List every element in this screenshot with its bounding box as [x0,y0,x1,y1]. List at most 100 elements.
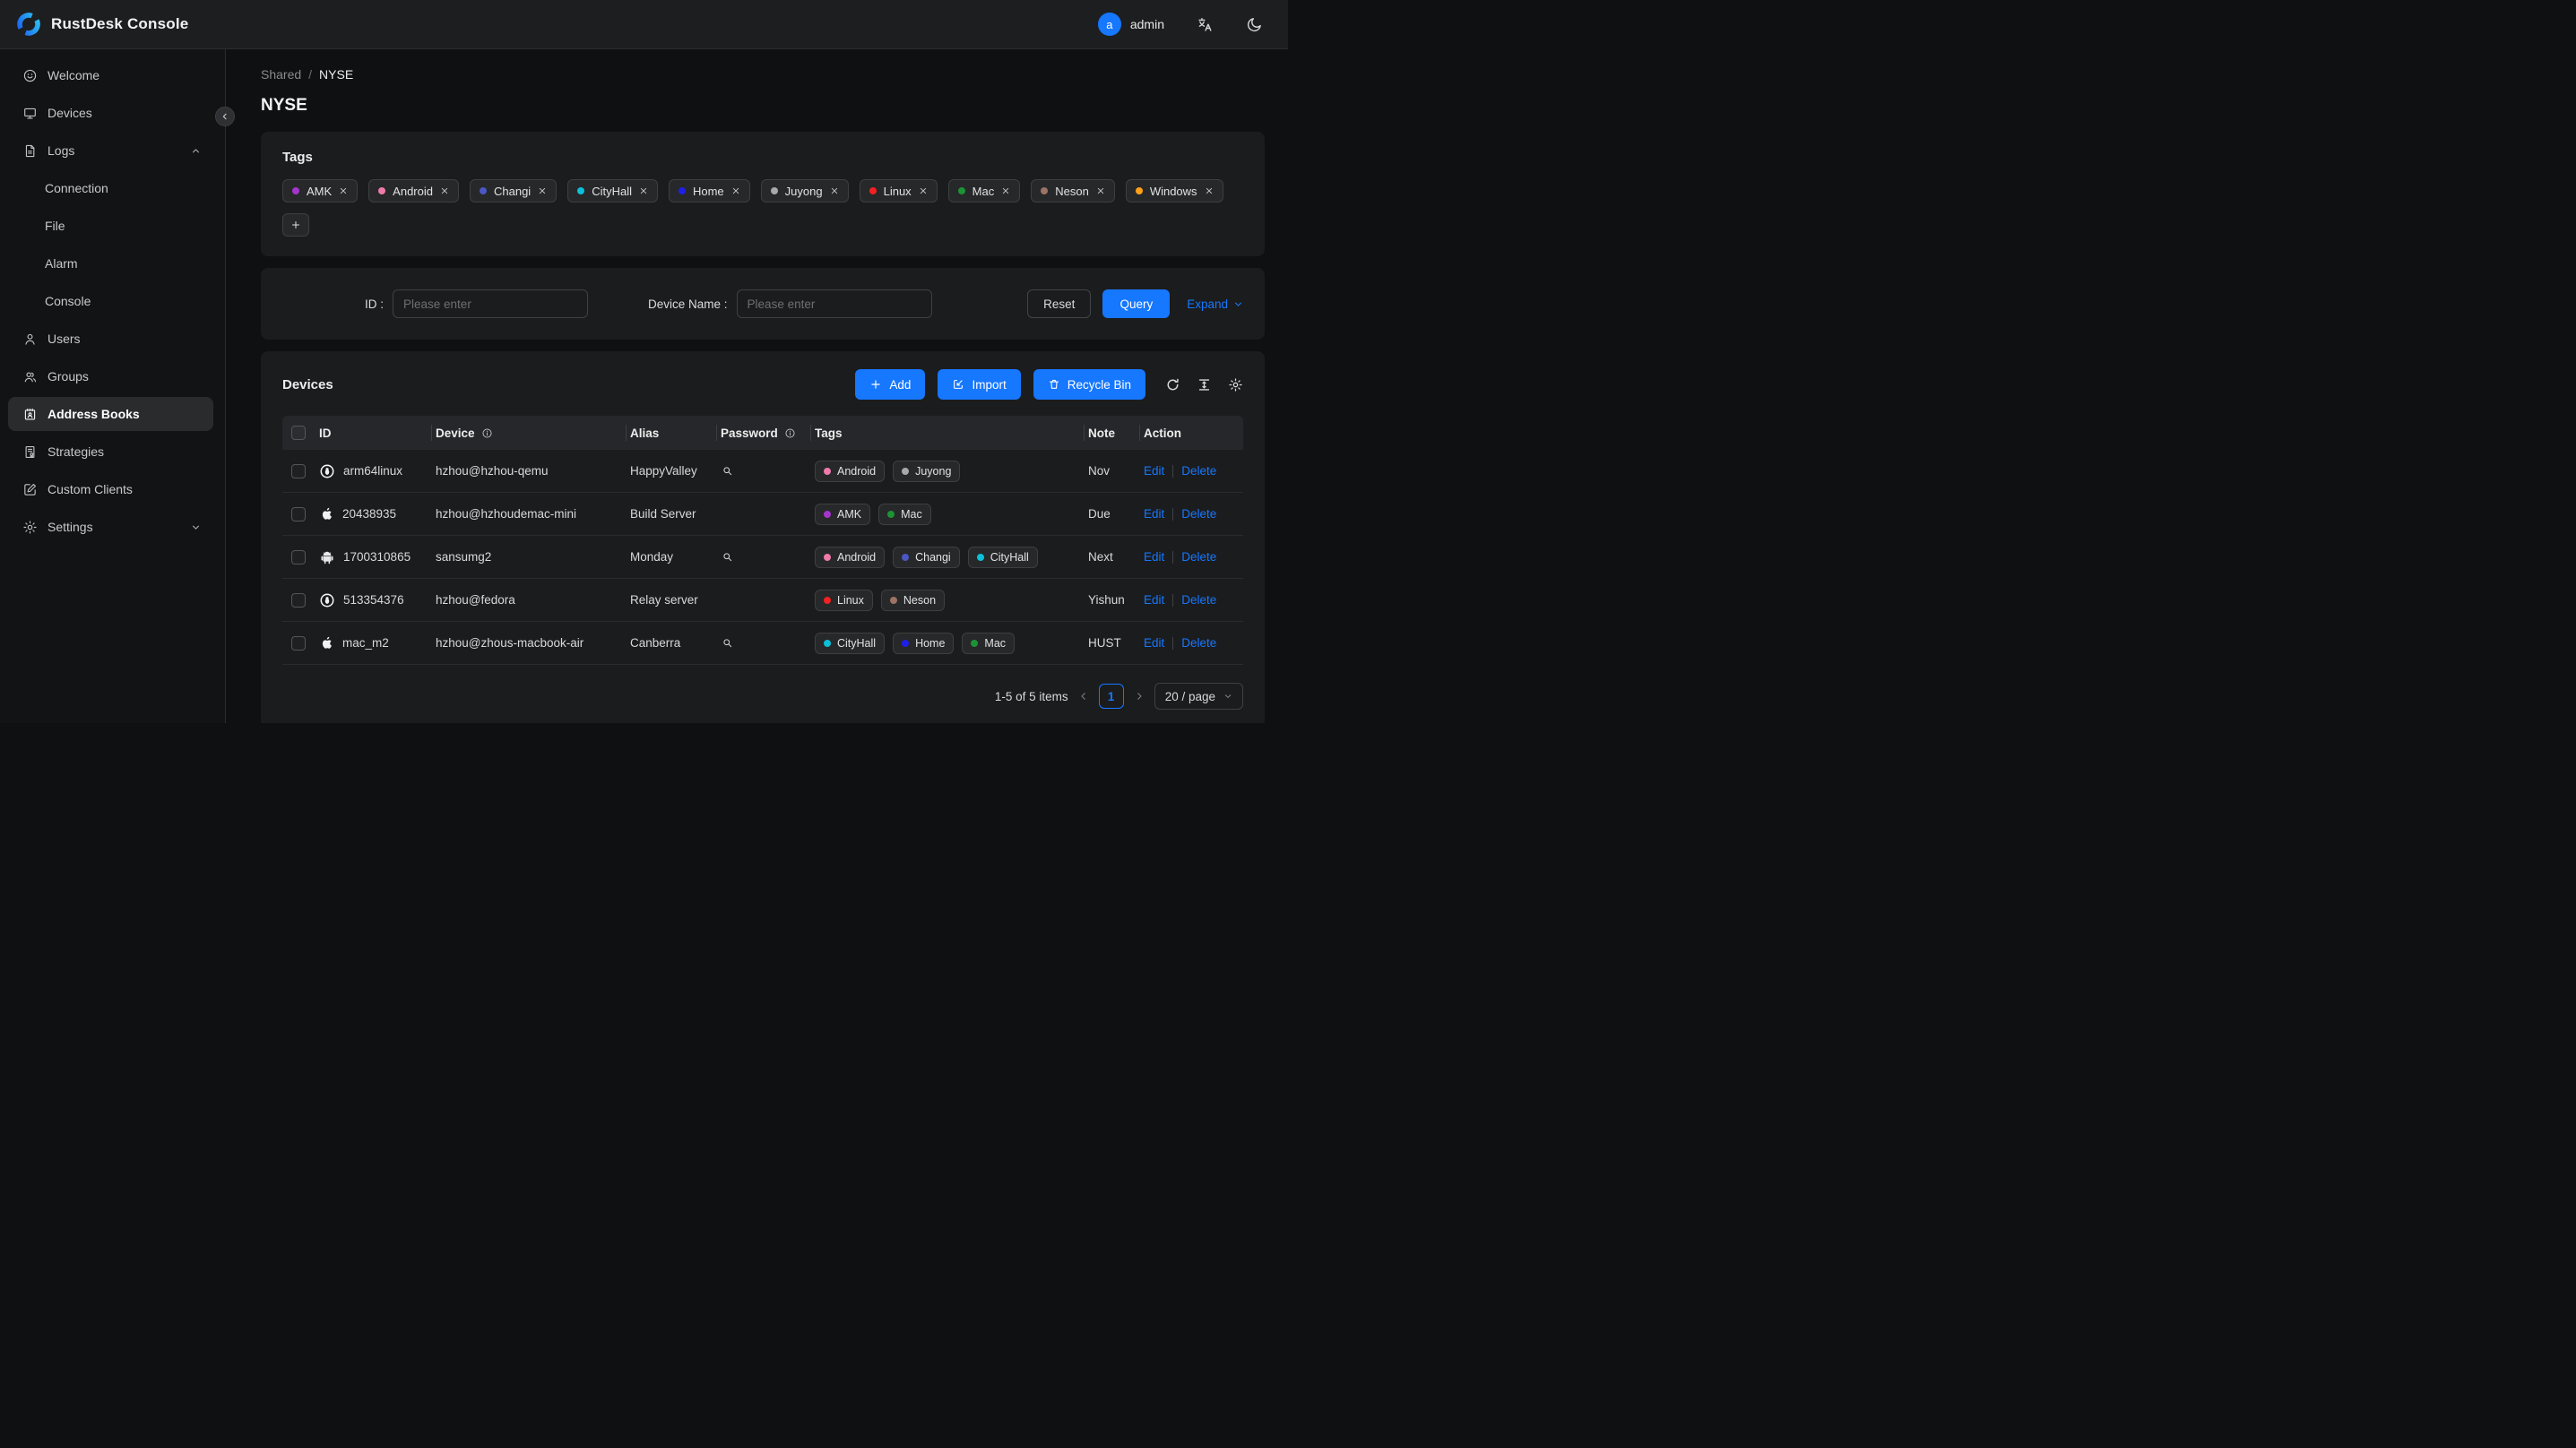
android-icon [319,549,335,565]
tag-chip-amk[interactable]: AMK [282,179,359,203]
import-button[interactable]: Import [938,369,1021,400]
expand-link[interactable]: Expand [1187,297,1243,311]
tag-color-dot [824,510,831,518]
delete-link[interactable]: Delete [1181,593,1216,607]
tag-chip-android: Android [815,546,886,568]
sidebar-item-label: Custom Clients [48,482,133,496]
id-filter-input[interactable] [393,289,589,318]
id-cell: arm64linux [315,463,431,479]
sidebar-item-address-books[interactable]: Address Books [8,397,213,431]
tag-chip-home[interactable]: Home [668,179,750,203]
chevron-down-icon[interactable] [191,522,201,532]
sidebar-item-welcome[interactable]: Welcome [8,58,213,92]
main-content: Shared / NYSE NYSE Tags AMK Android Changi… [226,49,1288,723]
action-cell: Edit Delete [1139,507,1243,521]
tag-color-dot [378,187,386,194]
tag-chip-label: CityHall [990,550,1029,564]
row-checkbox[interactable] [291,592,306,608]
tag-chip-cityhall: CityHall [967,546,1038,568]
theme-toggle-moon-icon[interactable] [1246,16,1263,33]
remove-tag-icon[interactable] [1001,186,1010,195]
info-icon[interactable] [481,427,493,439]
breadcrumb-parent[interactable]: Shared [261,67,301,82]
tag-chip-label: Linux [883,184,912,198]
table-settings-gear-icon[interactable] [1228,377,1243,392]
refresh-icon[interactable] [1165,377,1180,392]
delete-link[interactable]: Delete [1181,464,1216,478]
delete-link[interactable]: Delete [1181,507,1216,521]
prev-page-icon[interactable] [1078,691,1089,702]
current-page-button[interactable]: 1 [1098,684,1124,709]
table-header-row: ID Device Alias Password Tags Note Action [282,416,1243,450]
linux-icon [319,592,335,608]
sidebar-item-custom-clients[interactable]: Custom Clients [8,472,213,506]
sidebar-item-groups[interactable]: Groups [8,359,213,393]
info-icon[interactable] [784,427,796,439]
remove-tag-icon[interactable] [440,186,449,195]
delete-link[interactable]: Delete [1181,636,1216,650]
row-checkbox[interactable] [291,635,306,651]
remove-tag-icon[interactable] [1205,186,1214,195]
language-icon[interactable] [1197,16,1214,33]
password-search-icon[interactable] [721,550,734,564]
address-book-icon [22,407,38,422]
tag-chip-windows[interactable]: Windows [1125,179,1223,203]
delete-link[interactable]: Delete [1181,550,1216,564]
password-search-icon[interactable] [721,464,734,478]
edit-link[interactable]: Edit [1144,464,1164,478]
row-checkbox[interactable] [291,506,306,521]
sidebar-collapse-button[interactable] [215,107,235,126]
next-page-icon[interactable] [1134,691,1145,702]
action-cell: Edit Delete [1139,593,1243,607]
sidebar-item-file[interactable]: File [8,209,213,243]
tag-chip-linux[interactable]: Linux [859,179,938,203]
remove-tag-icon[interactable] [1096,186,1105,195]
remove-tag-icon[interactable] [538,186,547,195]
tag-chip-android[interactable]: Android [368,179,459,203]
password-search-icon[interactable] [721,636,734,650]
tag-chip-juyong[interactable]: Juyong [760,179,849,203]
avatar[interactable]: a [1097,13,1121,36]
chevron-up-icon[interactable] [191,146,201,156]
filter-card: ID : Device Name : Reset Query Expand [261,268,1265,340]
device-row-mac-m2: mac_m2 hzhou@zhous-macbook-air Canberra Cit… [282,622,1243,665]
remove-tag-icon[interactable] [919,186,928,195]
column-header-password: Password [716,416,810,450]
remove-tag-icon[interactable] [639,186,648,195]
tag-chip-neson[interactable]: Neson [1031,179,1115,203]
row-checkbox-cell [282,592,315,608]
edit-link[interactable]: Edit [1144,507,1164,521]
sidebar-item-connection[interactable]: Connection [8,171,213,205]
page-size-select[interactable]: 20 / page [1154,683,1243,710]
sidebar-item-settings[interactable]: Settings [8,510,213,544]
sidebar-item-strategies[interactable]: Strategies [8,435,213,469]
sidebar-item-devices[interactable]: Devices [8,96,213,130]
edit-link[interactable]: Edit [1144,636,1164,650]
sidebar-item-console[interactable]: Console [8,284,213,318]
sidebar-item-logs[interactable]: Logs [8,134,213,168]
edit-link[interactable]: Edit [1144,550,1164,564]
tag-color-dot [887,510,895,518]
tag-chip-cityhall[interactable]: CityHall [567,179,658,203]
user-name[interactable]: admin [1130,17,1164,31]
row-checkbox[interactable] [291,463,306,478]
tag-chip-mac[interactable]: Mac [947,179,1021,203]
select-all-checkbox[interactable] [291,426,306,440]
edit-link[interactable]: Edit [1144,593,1164,607]
tag-chip-changi[interactable]: Changi [469,179,558,203]
sidebar-item-alarm[interactable]: Alarm [8,246,213,280]
query-button[interactable]: Query [1102,289,1171,318]
add-tag-button[interactable] [282,213,309,237]
remove-tag-icon[interactable] [731,186,740,195]
remove-tag-icon[interactable] [830,186,839,195]
alias-cell: Relay server [630,593,698,607]
device-name-filter-input[interactable] [736,289,932,318]
row-checkbox[interactable] [291,549,306,565]
sidebar-item-users[interactable]: Users [8,322,213,356]
add-button[interactable]: Add [855,369,926,400]
column-height-icon[interactable] [1197,377,1212,392]
recycle-bin-button[interactable]: Recycle Bin [1033,369,1145,400]
remove-tag-icon[interactable] [339,186,348,195]
pagination-summary: 1-5 of 5 items [994,689,1068,703]
reset-button[interactable]: Reset [1027,289,1092,318]
